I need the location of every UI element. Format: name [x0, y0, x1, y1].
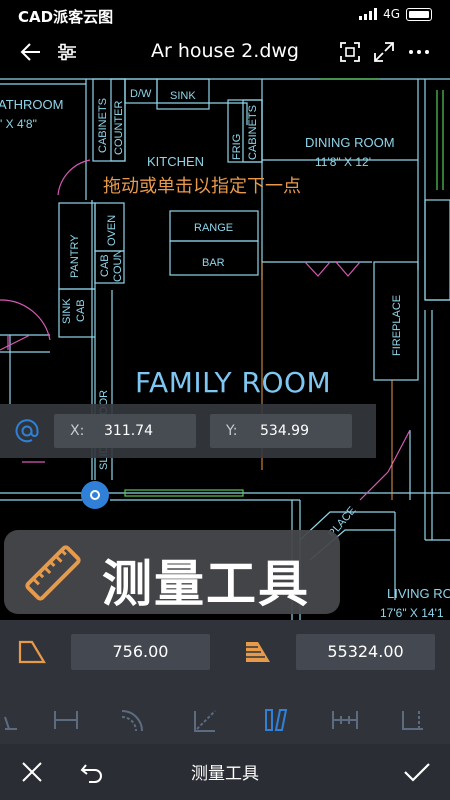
label-sink-pantry: SINK	[61, 298, 73, 324]
label-pantry: PANTRY	[69, 234, 81, 278]
status-app-name: CAD派客云图	[18, 8, 114, 26]
room-dim-dining: 11'8" X 12'	[315, 155, 371, 169]
label-bar: BAR	[202, 257, 225, 269]
action-bar-title: 测量工具	[191, 764, 259, 784]
status-indicators: 4G	[359, 7, 432, 21]
measure-panel: 756.00 55324.00 测量工具	[0, 620, 450, 800]
at-sign-icon[interactable]	[12, 416, 42, 446]
measure-value-2[interactable]: 55324.00	[296, 634, 435, 670]
label-range: RANGE	[194, 222, 233, 234]
confirm-check-icon[interactable]	[400, 756, 434, 788]
y-label: Y:	[226, 423, 238, 439]
x-coordinate-field[interactable]: X: 311.74	[54, 414, 196, 448]
coordinate-tool-icon[interactable]	[393, 700, 433, 740]
x-label: X:	[70, 423, 85, 439]
label-cab: CAB	[99, 254, 111, 277]
action-bar: 测量工具	[0, 744, 450, 800]
room-label-dining: DINING ROOM	[305, 135, 395, 150]
y-coordinate-field[interactable]: Y: 534.99	[210, 414, 352, 448]
room-label-living: LIVING ROO	[387, 586, 450, 601]
page-title: Ar house 2.dwg	[151, 40, 299, 62]
feature-banner: 测量工具	[4, 530, 340, 614]
area-fill-icon	[240, 634, 276, 670]
coordinate-panel: X: 311.74 Y: 534.99	[0, 404, 376, 458]
battery-icon	[406, 7, 432, 21]
network-label: 4G	[383, 7, 400, 21]
measure-value-1[interactable]: 756.00	[71, 634, 210, 670]
signal-icon	[359, 8, 378, 20]
ruler-icon	[20, 540, 86, 606]
back-arrow-icon[interactable]	[16, 38, 46, 66]
label-coun: COUN	[112, 250, 124, 282]
close-icon[interactable]	[16, 756, 48, 788]
label-frig: FRIG	[231, 134, 243, 160]
label-cabinets: CABINETS	[97, 98, 109, 153]
fullscreen-icon[interactable]	[370, 38, 398, 66]
room-label-kitchen: KITCHEN	[147, 154, 204, 169]
measure-tool-row	[0, 692, 450, 748]
room-dim-bathroom: ' X 4'8"	[0, 117, 37, 131]
x-value: 311.74	[104, 423, 153, 439]
instruction-hint: 拖动或单击以指定下一点	[103, 176, 301, 197]
label-counter: COUNTER	[113, 101, 125, 155]
pick-point-handle[interactable]	[81, 481, 109, 509]
angle-tool-icon[interactable]	[0, 700, 24, 740]
label-cab-pantry: CAB	[75, 299, 87, 322]
room-label-bathroom: ATHROOM	[0, 97, 63, 112]
undo-icon[interactable]	[76, 756, 108, 788]
label-sink: SINK	[170, 90, 196, 102]
label-cabinets-right: CABINETS	[247, 105, 259, 160]
status-bar: CAD派客云图 4G	[0, 0, 450, 32]
room-dim-living: 17'6" X 14'1	[380, 606, 444, 620]
y-value: 534.99	[260, 423, 309, 439]
label-dw: D/W	[130, 88, 152, 100]
top-bar: Ar house 2.dwg	[0, 32, 450, 72]
label-fireplace: FIREPLACE	[391, 295, 403, 356]
continuous-dimension-tool-icon[interactable]	[325, 700, 365, 740]
banner-title: 测量工具	[102, 555, 310, 613]
settings-sliders-icon[interactable]	[52, 38, 82, 66]
linear-dimension-tool-icon[interactable]	[46, 700, 86, 740]
aligned-dimension-tool-icon[interactable]	[185, 700, 225, 740]
arc-dimension-tool-icon[interactable]	[112, 700, 152, 740]
measure-ruler-tool-icon[interactable]	[256, 700, 296, 740]
more-options-icon[interactable]	[404, 38, 434, 66]
area-shape-icon	[14, 634, 50, 670]
label-oven: OVEN	[106, 215, 118, 246]
room-label-family: FAMILY ROOM	[135, 366, 332, 399]
fit-screen-icon[interactable]	[336, 38, 364, 66]
